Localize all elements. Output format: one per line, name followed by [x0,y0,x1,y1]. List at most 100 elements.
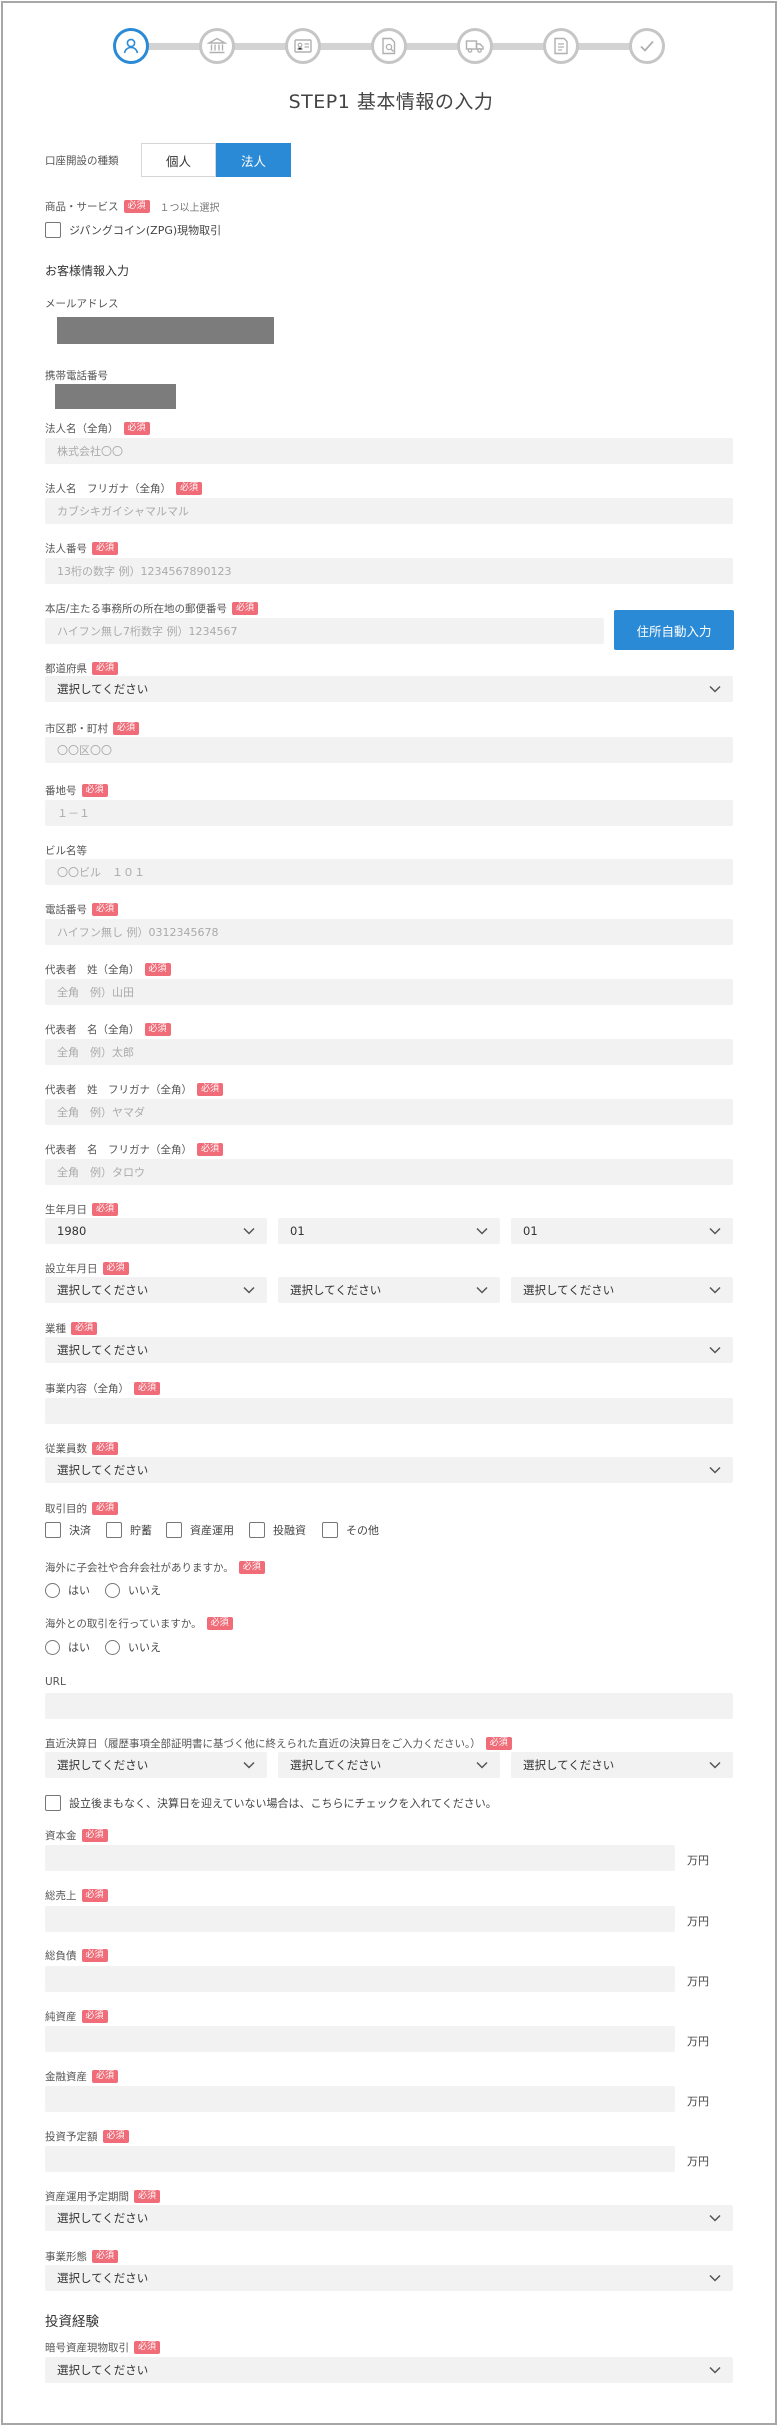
tel-input[interactable]: ハイフン無し 例）0312345678 [45,919,733,945]
rep-first-kana-label: 代表者 名 フリガナ（全角） 必須 [45,1142,224,1157]
rep-last-label: 代表者 姓（全角） 必須 [45,962,171,977]
employees-label: 従業員数 必須 [45,1441,119,1456]
founded-day-select[interactable]: 選択してください [511,1277,733,1303]
rep-last-input[interactable]: 全角 例）山田 [45,979,733,1005]
chevron-down-icon [476,1227,488,1235]
rep-first-input[interactable]: 全角 例）太郎 [45,1039,733,1065]
birth-day-select[interactable]: 01 [511,1218,733,1244]
purpose-label: 取引目的 必須 [45,1501,119,1516]
url-label: URL [45,1676,66,1688]
step-id-card-icon [285,28,321,64]
business-form-select[interactable]: 選択してください [45,2265,733,2291]
step-check-icon [629,28,665,64]
address-autofill-button[interactable]: 住所自動入力 [614,610,734,650]
purpose-asset-management-checkbox[interactable]: 資産運用 [166,1522,234,1538]
chevron-down-icon [709,1227,721,1235]
prefecture-label: 都道府県 必須 [45,661,119,676]
rep-first-kana-input[interactable]: 全角 例）タロウ [45,1159,733,1185]
overseas-trade-no-radio[interactable]: いいえ [105,1639,161,1655]
step-user-icon [113,28,149,64]
postal-input[interactable]: ハイフン無し7桁数字 例）1234567 [45,618,604,644]
chevron-down-icon [243,1761,255,1769]
chevron-down-icon [709,2366,721,2374]
chevron-down-icon [709,1761,721,1769]
overseas-sub-yes-radio[interactable]: はい [45,1582,90,1598]
financial-assets-input[interactable] [45,2086,675,2112]
purpose-settlement-checkbox[interactable]: 決済 [45,1522,91,1538]
account-type-corporate-button[interactable]: 法人 [216,143,291,177]
chevron-down-icon [709,1466,721,1474]
fiscal-month-select[interactable]: 選択してください [278,1752,500,1778]
corp-kana-input[interactable]: カブシキガイシャマルマル [45,498,733,524]
financial-assets-label: 金融資産 必須 [45,2069,119,2084]
industry-label: 業種 必須 [45,1321,98,1336]
building-label: ビル名等 [45,845,87,857]
no-fiscal-checkbox[interactable]: 設立後まもなく、決算日を迎えていない場合は、こちらにチェックを入れてください。 [45,1795,497,1811]
phone-redacted-value [55,384,176,409]
birth-month-select[interactable]: 01 [278,1218,500,1244]
building-input[interactable]: 〇〇ビル １０１ [45,859,733,885]
overseas-trade-yes-radio[interactable]: はい [45,1639,90,1655]
fiscal-label: 直近決算日（履歴事項全部証明書に基づく他に終えられた直近の決算日をご入力ください… [45,1736,512,1751]
liabilities-input[interactable] [45,1966,675,1992]
net-assets-label: 純資産 必須 [45,2009,108,2024]
overseas-sub-label: 海外に子会社や合弁会社がありますか。 必須 [45,1560,265,1575]
business-input[interactable] [45,1398,733,1424]
asset-period-select[interactable]: 選択してください [45,2205,733,2231]
account-type-toggle: 個人 法人 [141,143,291,177]
founded-month-select[interactable]: 選択してください [278,1277,500,1303]
block-label: 番地号 必須 [45,783,108,798]
phone-label: 携帯電話番号 [45,370,108,382]
city-label: 市区郡・町村 必須 [45,721,140,736]
corp-name-input[interactable]: 株式会社〇〇 [45,438,733,464]
birth-label: 生年月日 必須 [45,1202,119,1217]
corp-number-label: 法人番号 必須 [45,541,119,556]
account-type-individual-button[interactable]: 個人 [141,143,216,177]
chevron-down-icon [709,1346,721,1354]
purpose-investment-checkbox[interactable]: 投融資 [249,1522,306,1538]
corp-number-input[interactable]: 13桁の数字 例）1234567890123 [45,558,733,584]
purpose-savings-checkbox[interactable]: 貯蓄 [106,1522,152,1538]
rep-last-kana-input[interactable]: 全角 例）ヤマダ [45,1099,733,1125]
overseas-sub-no-radio[interactable]: いいえ [105,1582,161,1598]
customer-section-heading: お客様情報入力 [45,264,130,278]
purpose-other-checkbox[interactable]: その他 [322,1522,379,1538]
step-bank-icon [199,28,235,64]
email-label: メールアドレス [45,298,119,310]
zpg-checkbox-box[interactable] [45,222,61,238]
industry-select[interactable]: 選択してください [45,1337,733,1363]
corp-kana-label: 法人名 フリガナ（全角） 必須 [45,481,203,496]
chevron-down-icon [709,1286,721,1294]
sales-unit: 万円 [687,1915,709,1928]
capital-input[interactable] [45,1845,675,1871]
birth-year-select[interactable]: 1980 [45,1218,267,1244]
founded-label: 設立年月日 必須 [45,1261,129,1276]
crypto-select[interactable]: 選択してください [45,2357,733,2383]
url-input[interactable] [45,1693,733,1719]
city-input[interactable]: 〇〇区〇〇 [45,737,733,763]
step-indicator [3,3,778,83]
asset-period-label: 資産運用予定期間 必須 [45,2189,161,2204]
sales-input[interactable] [45,1906,675,1932]
investment-plan-input[interactable] [45,2146,675,2172]
investment-plan-unit: 万円 [687,2155,709,2168]
chevron-down-icon [476,1286,488,1294]
fiscal-day-select[interactable]: 選択してください [511,1752,733,1778]
crypto-label: 暗号資産現物取引 必須 [45,2340,161,2355]
zpg-checkbox[interactable]: ジパングコイン(ZPG)現物取引 [45,222,221,238]
fiscal-year-select[interactable]: 選択してください [45,1752,267,1778]
step-truck-icon [457,28,493,64]
liabilities-label: 総負債 必須 [45,1948,108,1963]
registration-form: STEP1 基本情報の入力 口座開設の種類 個人 法人 商品・サービス 必須 １つ以… [1,1,777,2425]
step-document-search-icon [371,28,407,64]
employees-select[interactable]: 選択してください [45,1457,733,1483]
net-assets-input[interactable] [45,2026,675,2052]
chevron-down-icon [243,1227,255,1235]
founded-year-select[interactable]: 選択してください [45,1277,267,1303]
net-assets-unit: 万円 [687,2035,709,2048]
block-input[interactable]: １－１ [45,800,733,826]
prefecture-select[interactable]: 選択してください [45,676,733,702]
account-type-label: 口座開設の種類 [45,155,119,167]
rep-last-kana-label: 代表者 姓 フリガナ（全角） 必須 [45,1082,224,1097]
postal-label: 本店/主たる事務所の所在地の郵便番号 必須 [45,601,259,616]
